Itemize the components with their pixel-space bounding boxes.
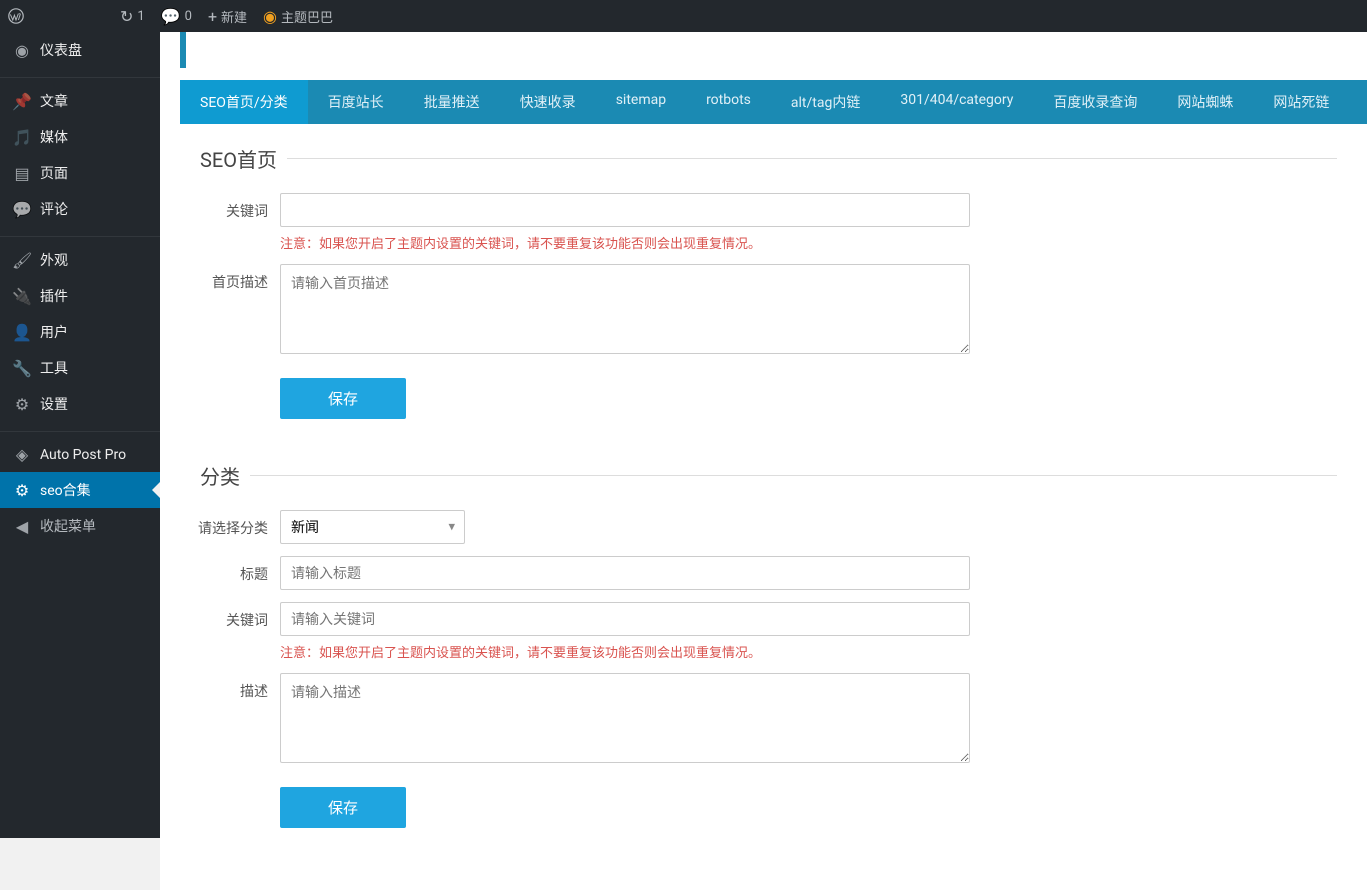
save-button-category[interactable]: 保存 [280,787,406,828]
media-icon: 🎵 [12,128,32,147]
home-desc-textarea[interactable] [280,264,970,354]
plus-icon: + [208,7,217,26]
comment-icon: 💬 [12,200,32,219]
sidebar-label: 工具 [40,358,68,378]
sidebar-item-pages[interactable]: ▤ 页面 [0,155,160,191]
main-content: SEO首页/分类 百度站长 批量推送 快速收录 sitemap rotbots … [160,32,1367,890]
select-category-label: 请选择分类 [190,510,280,538]
tab-site-spider[interactable]: 网站蜘蛛 [1157,80,1253,124]
collapse-icon: ◀ [12,517,32,536]
keyword-label: 关键词 [190,193,280,221]
wp-logo[interactable] [0,0,32,32]
plug-icon: 🔌 [12,287,32,306]
desc-label: 首页描述 [190,264,280,292]
comments-item[interactable]: 💬 0 [153,0,200,32]
admin-sidebar: ◉ 仪表盘 📌 文章 🎵 媒体 ▤ 页面 💬 评论 🖌 外观 🔌 插件 👤 用户… [0,32,160,838]
seo-home-legend: SEO首页 [190,144,287,173]
seo-home-fieldset: SEO首页 关键词 注意：如果您开启了主题内设置的关键词，请不要重复该功能否则会… [190,144,1337,451]
new-label: 新建 [221,7,247,26]
autopost-icon: ◈ [12,445,32,464]
keyword-hint: 注意：如果您开启了主题内设置的关键词，请不要重复该功能否则会出现重复情况。 [280,233,970,252]
category-desc-textarea[interactable] [280,673,970,763]
sidebar-collapse[interactable]: ◀ 收起菜单 [0,508,160,544]
sidebar-item-settings[interactable]: ⚙ 设置 [0,386,160,422]
tab-keyword-rank[interactable]: 关键词排名 [1349,80,1367,124]
home-keyword-input[interactable] [280,193,970,227]
sidebar-item-dashboard[interactable]: ◉ 仪表盘 [0,32,160,68]
tab-site-dead[interactable]: 网站死链 [1253,80,1349,124]
sidebar-label: 设置 [40,394,68,414]
page-icon: ▤ [12,164,32,183]
comment-icon: 💬 [161,7,181,26]
category-keyword-label: 关键词 [190,602,280,630]
title-label: 标题 [190,556,280,584]
theme-item[interactable]: ◉ 主题巴巴 [255,0,341,32]
tab-redirect[interactable]: 301/404/category [880,80,1033,124]
category-legend: 分类 [190,461,250,490]
sidebar-item-posts[interactable]: 📌 文章 [0,83,160,119]
sidebar-label: 仪表盘 [40,40,82,60]
sidebar-label: 插件 [40,286,68,306]
category-desc-label: 描述 [190,673,280,701]
tab-robots[interactable]: rotbots [686,80,771,124]
tab-alt-tag[interactable]: alt/tag内链 [771,80,880,124]
theme-label: 主题巴巴 [281,7,333,26]
sidebar-item-tools[interactable]: 🔧 工具 [0,350,160,386]
sidebar-item-appearance[interactable]: 🖌 外观 [0,242,160,278]
sidebar-label: 用户 [40,322,68,342]
tab-seo-home[interactable]: SEO首页/分类 [180,80,308,124]
sidebar-item-users[interactable]: 👤 用户 [0,314,160,350]
category-fieldset: 分类 请选择分类 新闻 标题 关键词 [190,461,1337,860]
admin-bar: ↻ 1 💬 0 + 新建 ◉ 主题巴巴 [0,0,1367,32]
sidebar-item-seo[interactable]: ⚙ seo合集 [0,472,160,508]
tab-sitemap[interactable]: sitemap [596,80,686,124]
sidebar-item-media[interactable]: 🎵 媒体 [0,119,160,155]
sidebar-item-plugins[interactable]: 🔌 插件 [0,278,160,314]
comments-count: 0 [185,9,192,24]
tab-nav: SEO首页/分类 百度站长 批量推送 快速收录 sitemap rotbots … [180,80,1367,124]
theme-icon: ◉ [263,7,277,26]
pin-icon: 📌 [12,92,32,111]
sidebar-separator [0,427,160,432]
sidebar-label: 评论 [40,199,68,219]
sidebar-label: 外观 [40,250,68,270]
sidebar-label: 媒体 [40,127,68,147]
category-title-input[interactable] [280,556,970,590]
new-item[interactable]: + 新建 [200,0,255,32]
sidebar-label: 收起菜单 [40,516,96,536]
sidebar-label: seo合集 [40,480,91,500]
brush-icon: 🖌 [12,251,32,270]
tab-batch-push[interactable]: 批量推送 [404,80,500,124]
dashboard-icon: ◉ [12,41,32,60]
category-keyword-hint: 注意：如果您开启了主题内设置的关键词，请不要重复该功能否则会出现重复情况。 [280,642,970,661]
slider-icon: ⚙ [12,395,32,414]
wrench-icon: 🔧 [12,359,32,378]
category-select[interactable]: 新闻 [280,510,465,544]
sidebar-separator [0,232,160,237]
gear-icon: ⚙ [12,481,32,500]
user-icon: 👤 [12,323,32,342]
refresh-item[interactable]: ↻ 1 [112,0,153,32]
tab-baidu-query[interactable]: 百度收录查询 [1033,80,1157,124]
sidebar-label: Auto Post Pro [40,447,126,463]
sidebar-item-autopost[interactable]: ◈ Auto Post Pro [0,437,160,472]
save-button-home[interactable]: 保存 [280,378,406,419]
sidebar-item-comments[interactable]: 💬 评论 [0,191,160,227]
sidebar-separator [0,73,160,78]
tab-baidu-master[interactable]: 百度站长 [308,80,404,124]
category-keyword-input[interactable] [280,602,970,636]
tab-fast-index[interactable]: 快速收录 [500,80,596,124]
refresh-icon: ↻ [120,7,133,26]
sidebar-label: 文章 [40,91,68,111]
header-accent-bar [180,32,1367,68]
sidebar-label: 页面 [40,163,68,183]
refresh-count: 1 [137,9,144,24]
